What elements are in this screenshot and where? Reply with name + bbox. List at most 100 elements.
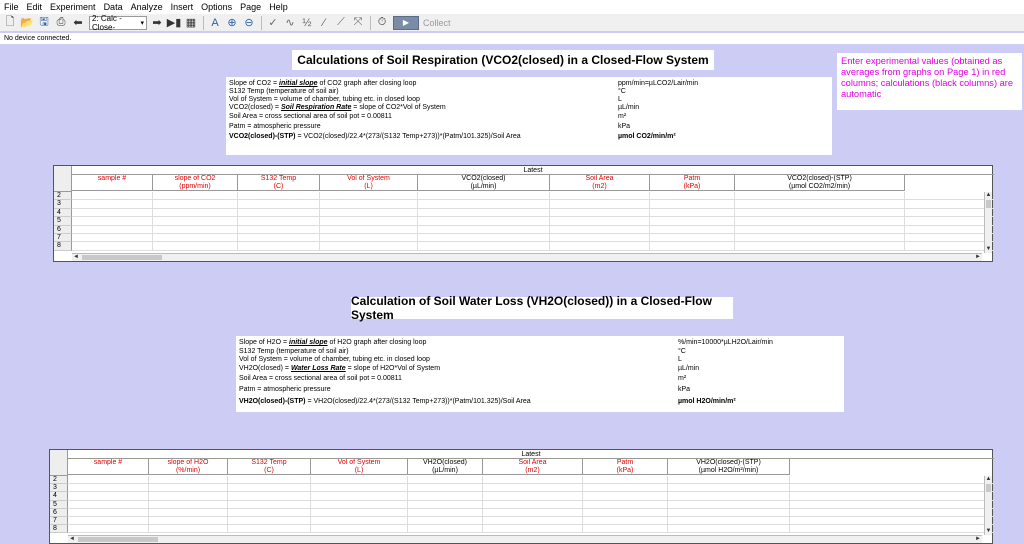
horizontal-scrollbar[interactable]: ◄ ► — [68, 535, 982, 543]
definition-line: S132 Temp (temperature of soil air) — [239, 348, 349, 355]
definition-text: Soil Area = cross sectional area of soil… — [239, 375, 402, 382]
definition-unit: kPa — [618, 123, 631, 130]
column-header[interactable]: Soil Area (m2) — [483, 459, 583, 475]
row-number: 4 — [50, 492, 68, 501]
scroll-right-icon[interactable]: ► — [974, 536, 982, 543]
column-header-name: VH2O(closed) — [423, 459, 467, 466]
column-header[interactable]: Soil Area (m2) — [550, 175, 650, 191]
linear-fit-icon[interactable]: ⤧ — [350, 15, 366, 31]
calculator-icon[interactable]: ▦ — [183, 15, 199, 31]
scroll-up-icon[interactable]: ▲ — [985, 192, 992, 199]
formula-line: VCO2(closed)-(STP) = VCO2(closed)/22.4*(… — [229, 133, 521, 140]
row-divider — [68, 483, 994, 485]
scroll-thumb[interactable] — [986, 484, 991, 492]
definition-line: S132 Temp (temperature of soil air) — [229, 88, 339, 95]
menu-insert[interactable]: Insert — [171, 2, 194, 12]
page-select[interactable]: 2: Calc - Close- ▾ — [89, 14, 147, 32]
definition-text: S132 Temp (temperature of soil air) — [229, 88, 339, 95]
column-header-unit: (C) — [273, 183, 284, 190]
definition-unit: m² — [678, 375, 687, 382]
open-folder-icon[interactable]: 📂 — [19, 15, 35, 31]
column-header-unit: (%/min) — [175, 467, 201, 474]
section2-data-table[interactable]: Latest sample # slope of H2O (%/min) S132 Te… — [49, 449, 994, 544]
data-collection-icon[interactable]: ⏱ — [374, 15, 390, 31]
scroll-thumb[interactable] — [78, 537, 158, 542]
examine-icon[interactable]: ✓ — [265, 15, 281, 31]
scroll-down-icon[interactable]: ▼ — [985, 528, 992, 535]
column-header[interactable]: S132 Temp (C) — [228, 459, 311, 475]
column-header[interactable]: VH2O(closed) (µL/min) — [408, 459, 483, 475]
menu-help[interactable]: Help — [269, 2, 288, 12]
definition-line: Soil Area = cross sectional area of soil… — [239, 375, 402, 382]
scroll-right-icon[interactable]: ► — [974, 254, 982, 261]
column-header[interactable]: VH2O(closed)-(STP) (µmol H2O/m²/min) — [668, 459, 790, 475]
column-header[interactable]: slope of H2O (%/min) — [149, 459, 228, 475]
collect-button[interactable]: ▶ — [393, 15, 419, 30]
column-header[interactable]: VCO2(closed) (µL/min) — [418, 175, 550, 191]
curve-fit-icon[interactable]: ⟋ — [333, 15, 349, 31]
autoscale-icon[interactable]: A — [207, 15, 223, 31]
definition-unit: L — [678, 356, 682, 363]
definition-unit: °C — [678, 348, 686, 355]
menu-file[interactable]: File — [4, 2, 19, 12]
menu-experiment[interactable]: Experiment — [50, 2, 96, 12]
definition-text: VH2O(closed) = — [239, 365, 291, 372]
definition-text: Soil Area = cross sectional area of soil… — [229, 113, 392, 120]
horizontal-scrollbar[interactable]: ◄ ► — [72, 253, 982, 261]
device-status: No device connected. — [0, 33, 1024, 44]
row-number: 7 — [50, 517, 68, 526]
vertical-scrollbar[interactable]: ▲ ▼ — [984, 192, 992, 253]
column-header[interactable]: S132 Temp (C) — [238, 175, 320, 191]
section1-definitions: Slope of CO2 = initial slope of CO2 grap… — [226, 77, 832, 155]
column-header[interactable]: slope of CO2 (ppm/min) — [153, 175, 238, 191]
menu-page[interactable]: Page — [240, 2, 261, 12]
row-divider — [68, 491, 994, 493]
integral-icon[interactable]: ½ — [299, 15, 315, 31]
row-number: 4 — [54, 208, 72, 218]
menu-analyze[interactable]: Analyze — [131, 2, 163, 12]
column-header[interactable]: Vol of System (L) — [311, 459, 408, 475]
scroll-down-icon[interactable]: ▼ — [985, 246, 992, 253]
definition-line: Patm = atmospheric pressure — [229, 123, 321, 130]
column-header[interactable]: VCO2(closed)-(STP) (µmol CO2/m2/min) — [735, 175, 905, 191]
zoom-in-icon[interactable]: ⊕ — [224, 15, 240, 31]
page-layout-icon[interactable]: ▶▮ — [166, 15, 182, 31]
definition-text: Patm = atmospheric pressure — [229, 123, 321, 130]
definition-unit: m² — [618, 113, 627, 120]
section2-definitions: Slope of H2O = initial slope of H2O grap… — [236, 336, 844, 412]
column-header-unit: (m2) — [592, 183, 607, 190]
scroll-up-icon[interactable]: ▲ — [985, 476, 992, 483]
menu-edit[interactable]: Edit — [27, 2, 43, 12]
scroll-left-icon[interactable]: ◄ — [72, 254, 80, 261]
scroll-thumb[interactable] — [82, 255, 162, 260]
row-number: 5 — [54, 217, 72, 226]
definition-line: Soil Area = cross sectional area of soil… — [229, 113, 392, 120]
statistics-icon[interactable]: ∕ — [316, 15, 332, 31]
zoom-out-icon[interactable]: ⊖ — [241, 15, 257, 31]
next-page-icon[interactable]: ➡ — [149, 15, 165, 31]
save-icon[interactable]: 🖫 — [36, 15, 52, 31]
instructions-note: Enter experimental values (obtained as a… — [837, 53, 1022, 110]
column-header-unit: (ppm/min) — [179, 183, 211, 190]
vertical-scrollbar[interactable]: ▲ ▼ — [984, 476, 992, 535]
tangent-icon[interactable]: ∿ — [282, 15, 298, 31]
column-header[interactable]: Vol of System (L) — [320, 175, 418, 191]
column-header[interactable]: sample # — [72, 175, 153, 191]
column-header[interactable]: Patm (kPa) — [650, 175, 735, 191]
print-icon[interactable]: ⎙ — [53, 15, 69, 31]
previous-page-icon[interactable]: ⬅ — [70, 15, 86, 31]
column-header-unit: (kPa) — [683, 183, 701, 190]
menu-options[interactable]: Options — [201, 2, 232, 12]
scroll-thumb[interactable] — [986, 200, 991, 208]
column-header-unit: (L) — [364, 183, 373, 190]
menu-bar: File Edit Experiment Data Analyze Insert… — [0, 0, 1024, 14]
new-file-icon[interactable]: 🗋 — [2, 15, 18, 31]
row-divider — [68, 499, 994, 501]
row-divider — [72, 224, 994, 226]
scroll-left-icon[interactable]: ◄ — [68, 536, 76, 543]
row-number: 8 — [54, 242, 72, 251]
column-header[interactable]: Patm (kPa) — [583, 459, 668, 475]
section1-data-table[interactable]: Latest sample # slope of CO2 (ppm/min) S132 … — [53, 165, 994, 262]
menu-data[interactable]: Data — [104, 2, 123, 12]
column-header[interactable]: sample # — [68, 459, 149, 475]
